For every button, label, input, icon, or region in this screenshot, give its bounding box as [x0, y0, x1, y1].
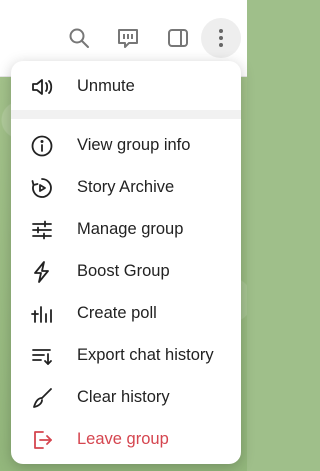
toggle-sidebar-button[interactable] [162, 22, 194, 54]
replies-icon [118, 29, 138, 48]
menu-separator [11, 110, 241, 119]
menu-item-export-chat-history[interactable]: Export chat history [11, 336, 241, 376]
menu-item-label: Story Archive [77, 178, 175, 196]
speaker-icon [30, 75, 54, 99]
boost-icon [30, 260, 54, 284]
menu-item-label: View group info [77, 136, 191, 154]
menu-item-label: Boost Group [77, 262, 170, 280]
menu-item-label: Create poll [77, 304, 157, 322]
menu-item-leave-group[interactable]: Leave group [11, 420, 241, 460]
menu-item-story-archive[interactable]: Story Archive [11, 168, 241, 208]
search-button[interactable] [63, 22, 95, 54]
menu-item-label: Leave group [77, 430, 169, 448]
poll-icon [30, 302, 54, 326]
broom-icon [30, 386, 54, 410]
menu-item-label: Manage group [77, 220, 184, 238]
menu-item-create-poll[interactable]: Create poll [11, 294, 241, 334]
menu-item-label: Unmute [77, 77, 135, 95]
menu-item-unmute[interactable]: Unmute [11, 67, 241, 107]
menu-item-view-group-info[interactable]: View group info [11, 126, 241, 166]
menu-item-clear-history[interactable]: Clear history [11, 378, 241, 418]
more-button[interactable] [201, 18, 241, 58]
export-icon [30, 344, 54, 368]
search-icon [69, 28, 89, 48]
sidebar-toggle-icon [168, 29, 188, 47]
menu-item-manage-group[interactable]: Manage group [11, 210, 241, 250]
sliders-icon [30, 218, 54, 242]
leave-icon [30, 428, 54, 452]
replies-button[interactable] [112, 22, 144, 54]
info-icon [30, 134, 54, 158]
menu-item-label: Clear history [77, 388, 170, 406]
menu-item-label: Export chat history [77, 346, 214, 364]
story-archive-icon [30, 176, 54, 200]
more-vertical-icon [219, 29, 223, 47]
chat-options-menu: Unmute View group info Story Archive Man… [11, 61, 241, 464]
menu-item-boost-group[interactable]: Boost Group [11, 252, 241, 292]
